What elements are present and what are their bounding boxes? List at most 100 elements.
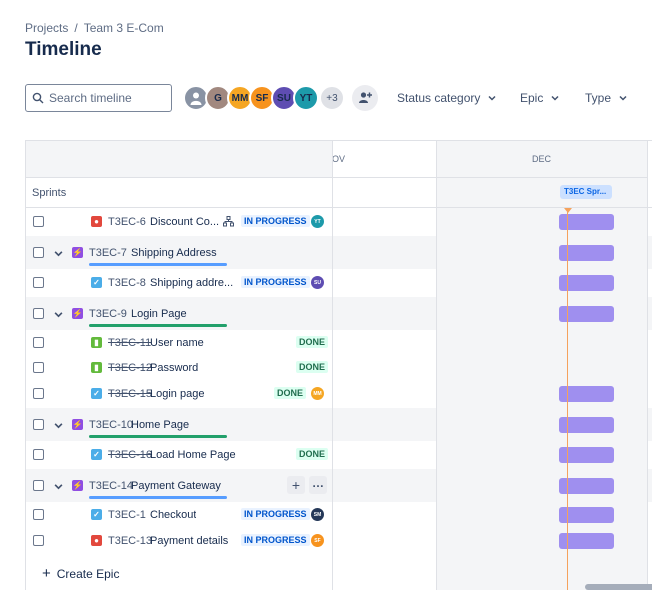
issue-key[interactable]: T3EC-12 xyxy=(108,362,152,374)
issue-summary[interactable]: Login page xyxy=(150,388,204,400)
issue-row[interactable]: ✓ T3EC-1 Checkout IN PROGRESS SM xyxy=(26,502,652,527)
assignee-avatar[interactable]: YT xyxy=(311,215,324,228)
epic-row[interactable]: ⚡ T3EC-10 Home Page xyxy=(26,408,652,441)
row-checkbox[interactable] xyxy=(33,509,44,520)
type-filter-label: Type xyxy=(585,91,612,105)
more-actions-button[interactable]: … xyxy=(309,476,327,494)
issue-row[interactable]: ✓ T3EC-16 Load Home Page DONE xyxy=(26,441,652,469)
task-icon: ✓ xyxy=(91,509,102,520)
issue-summary[interactable]: Discount Co... xyxy=(150,216,219,228)
issue-row[interactable]: ▮ T3EC-12 Password DONE xyxy=(26,355,652,380)
issue-summary[interactable]: Home Page xyxy=(131,419,189,431)
search-box[interactable] xyxy=(25,84,172,112)
row-checkbox[interactable] xyxy=(33,480,44,491)
issue-summary[interactable]: Password xyxy=(150,362,198,374)
epic-row[interactable]: ⚡ T3EC-7 Shipping Address xyxy=(26,236,652,269)
issue-row[interactable]: ✓ T3EC-15 Login page DONE MM xyxy=(26,380,652,408)
add-child-button[interactable]: + xyxy=(287,476,305,494)
status-category-filter[interactable]: Status category xyxy=(397,91,496,105)
story-icon: ▮ xyxy=(91,337,102,348)
row-checkbox[interactable] xyxy=(33,388,44,399)
today-marker-head xyxy=(564,208,572,213)
issue-key[interactable]: T3EC-8 xyxy=(108,277,146,289)
assignee-avatar[interactable]: SM xyxy=(311,508,324,521)
bug-icon: ● xyxy=(91,216,102,227)
issue-key[interactable]: T3EC-1 xyxy=(108,509,146,521)
assignee-avatar[interactable]: SF xyxy=(311,534,324,547)
row-checkbox[interactable] xyxy=(33,247,44,258)
epic-filter[interactable]: Epic xyxy=(520,91,559,105)
row-checkbox[interactable] xyxy=(33,419,44,430)
chevron-down-icon[interactable] xyxy=(54,482,63,491)
epic-row[interactable]: ⚡ T3EC-9 Login Page xyxy=(26,297,652,330)
issue-key[interactable]: T3EC-10 xyxy=(89,419,133,431)
add-people-button[interactable] xyxy=(352,85,378,111)
issue-summary[interactable]: Shipping Address xyxy=(131,247,217,259)
issue-row[interactable]: ● T3EC-6 Discount Co... IN PROGRESS YT xyxy=(26,208,652,236)
sprint-chip[interactable]: T3EC Spr... xyxy=(560,185,612,199)
issue-row[interactable]: ✓ T3EC-8 Shipping addre... IN PROGRESS SU xyxy=(26,269,652,297)
horizontal-scrollbar[interactable] xyxy=(585,584,652,590)
status-lozenge[interactable]: DONE xyxy=(296,361,329,373)
issue-key[interactable]: T3EC-14 xyxy=(89,480,133,492)
issue-summary[interactable]: Payment details xyxy=(150,535,228,547)
story-icon: ▮ xyxy=(91,362,102,373)
row-checkbox[interactable] xyxy=(33,362,44,373)
issue-summary[interactable]: Checkout xyxy=(150,509,196,521)
issue-row[interactable]: ● T3EC-13 Payment details IN PROGRESS SF xyxy=(26,527,652,555)
issue-summary[interactable]: Payment Gateway xyxy=(131,480,221,492)
breadcrumb-projects[interactable]: Projects xyxy=(25,21,68,35)
issue-row[interactable]: ▮ T3EC-11 User name DONE xyxy=(26,330,652,355)
row-checkbox[interactable] xyxy=(33,535,44,546)
create-epic-button[interactable]: + Create Epic xyxy=(42,565,119,582)
status-lozenge[interactable]: IN PROGRESS xyxy=(241,276,310,288)
status-lozenge[interactable]: IN PROGRESS xyxy=(241,215,310,227)
issue-summary[interactable]: Shipping addre... xyxy=(150,277,233,289)
task-icon: ✓ xyxy=(91,449,102,460)
avatar-more-count[interactable]: +3 xyxy=(319,85,345,111)
row-checkbox[interactable] xyxy=(33,216,44,227)
issue-key[interactable]: T3EC-9 xyxy=(89,308,127,320)
row-checkbox[interactable] xyxy=(33,449,44,460)
status-lozenge[interactable]: IN PROGRESS xyxy=(241,508,310,520)
issue-summary[interactable]: User name xyxy=(150,337,204,349)
issue-key[interactable]: T3EC-6 xyxy=(108,216,146,228)
epic-progress-bar xyxy=(89,263,227,266)
avatar[interactable]: YT xyxy=(293,85,319,111)
assignee-avatar[interactable]: SU xyxy=(311,276,324,289)
issue-summary[interactable]: Load Home Page xyxy=(150,449,236,461)
status-lozenge[interactable]: DONE xyxy=(296,336,329,348)
page-title: Timeline xyxy=(25,39,102,60)
search-icon xyxy=(32,92,44,104)
user-icon xyxy=(190,92,202,105)
chevron-down-icon[interactable] xyxy=(54,310,63,319)
breadcrumb-project[interactable]: Team 3 E-Com xyxy=(84,21,164,35)
status-lozenge[interactable]: IN PROGRESS xyxy=(241,534,310,546)
issue-key[interactable]: T3EC-11 xyxy=(108,337,151,349)
status-lozenge[interactable]: DONE xyxy=(296,448,329,460)
row-checkbox[interactable] xyxy=(33,337,44,348)
type-filter[interactable]: Type xyxy=(585,91,627,105)
chevron-down-icon[interactable] xyxy=(54,421,63,430)
issue-key[interactable]: T3EC-13 xyxy=(108,535,152,547)
row-checkbox[interactable] xyxy=(33,277,44,288)
issue-key[interactable]: T3EC-15 xyxy=(108,388,152,400)
task-icon: ✓ xyxy=(91,388,102,399)
epic-row[interactable]: ⚡ T3EC-14 Payment Gateway +… xyxy=(26,469,652,502)
timeline-header-left xyxy=(26,141,332,178)
status-lozenge[interactable]: DONE xyxy=(274,387,307,399)
chevron-down-icon[interactable] xyxy=(54,249,63,258)
epic-progress-bar xyxy=(89,496,227,499)
issue-summary[interactable]: Login Page xyxy=(131,308,187,320)
epic-icon: ⚡ xyxy=(72,308,83,319)
row-checkbox[interactable] xyxy=(33,308,44,319)
search-input[interactable] xyxy=(49,91,159,105)
epic-icon: ⚡ xyxy=(72,480,83,491)
chevron-down-icon xyxy=(551,95,559,101)
plus-icon: + xyxy=(42,565,51,582)
issue-key[interactable]: T3EC-16 xyxy=(108,449,152,461)
assignee-avatar[interactable]: MM xyxy=(311,387,324,400)
month-divider xyxy=(436,141,437,590)
epic-icon: ⚡ xyxy=(72,247,83,258)
issue-key[interactable]: T3EC-7 xyxy=(89,247,127,259)
